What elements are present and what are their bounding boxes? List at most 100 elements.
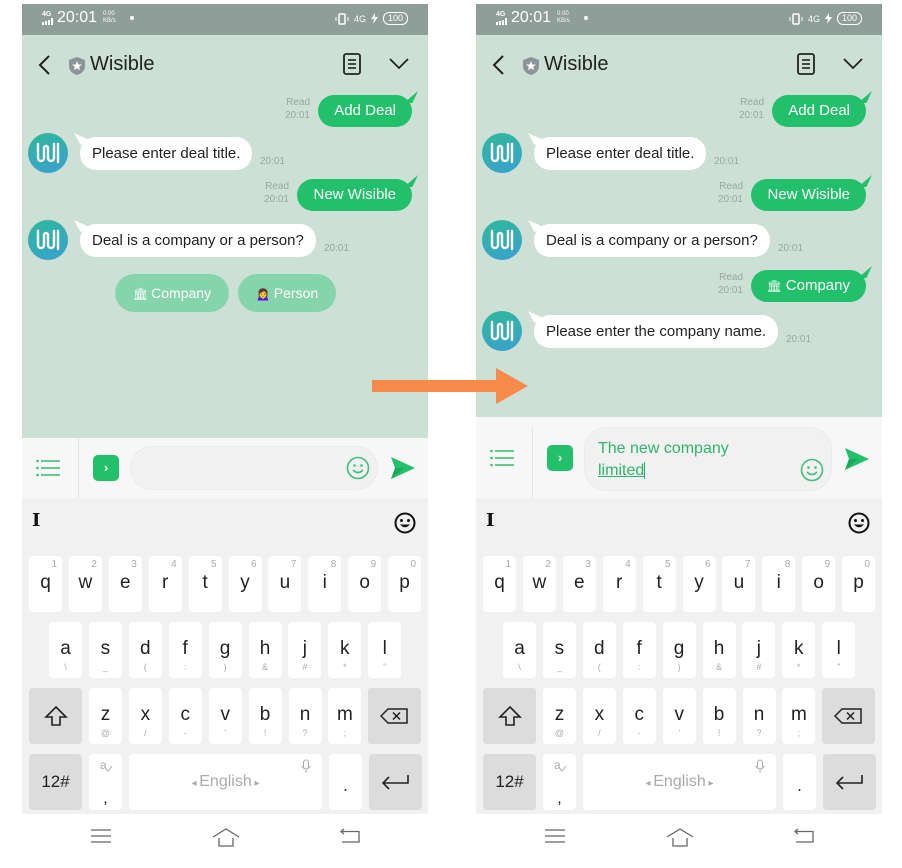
key-u[interactable]: 7u [268,556,302,612]
key-y[interactable]: 6y [228,556,262,612]
key-y[interactable]: 6y [682,556,716,612]
key-x[interactable]: x / [128,688,162,744]
key-d[interactable]: d( [128,622,162,678]
key-x[interactable]: x / [582,688,616,744]
key-d[interactable]: d( [582,622,616,678]
period-key[interactable]: . [783,754,816,810]
nav-menu-icon[interactable] [545,828,565,844]
key-r[interactable]: 4r [602,556,636,612]
back-icon[interactable] [36,53,54,77]
symbols-key[interactable]: 12# [29,754,82,810]
key-h[interactable]: h & [248,622,282,678]
shift-key[interactable] [483,688,536,744]
key-j[interactable]: j # [742,622,776,678]
shift-key[interactable] [29,688,82,744]
comma-key[interactable]: a, [543,754,576,810]
nav-menu-icon[interactable] [91,828,111,844]
backspace-key[interactable] [368,688,421,744]
key-t[interactable]: 5t [642,556,676,612]
nav-back-icon[interactable] [340,828,360,844]
key-p[interactable]: 0p [842,556,876,612]
smiley-icon[interactable] [800,458,824,482]
text-cursor-icon[interactable]: I [486,510,494,531]
comma-key[interactable]: a, [89,754,122,810]
list-icon[interactable] [490,449,514,467]
emoji-keyboard-icon[interactable] [394,512,416,534]
key-c[interactable]: c- [622,688,656,744]
key-l[interactable]: l " [368,622,402,678]
nav-home-icon[interactable] [212,828,240,848]
message-input[interactable] [130,446,378,490]
chat-area[interactable]: Wisible Add Deal Read 20:01 Please enter dea… [22,35,428,438]
key-a[interactable]: a \ [503,622,536,678]
period-key[interactable]: . [329,754,362,810]
key-m[interactable]: m; [782,688,816,744]
key-m[interactable]: m; [328,688,362,744]
key-k[interactable]: k * [782,622,816,678]
key-o[interactable]: 9o [802,556,836,612]
key-p[interactable]: 0p [388,556,422,612]
key-c[interactable]: c- [168,688,202,744]
key-u[interactable]: 7u [722,556,756,612]
key-a[interactable]: a \ [49,622,82,678]
key-q[interactable]: 1q [29,556,62,612]
bot-avatar[interactable] [28,220,68,260]
key-h[interactable]: h & [702,622,736,678]
key-j[interactable]: j # [288,622,322,678]
key-e[interactable]: 3e [108,556,142,612]
key-t[interactable]: 5t [188,556,222,612]
chevron-down-icon[interactable] [842,57,864,71]
enter-key[interactable] [823,754,876,810]
key-s[interactable]: s _ [542,622,576,678]
key-n[interactable]: n? [742,688,776,744]
document-icon[interactable] [796,53,816,75]
bot-avatar[interactable] [28,133,68,173]
send-icon[interactable] [844,447,870,471]
bot-avatar[interactable] [482,311,522,351]
bot-avatar[interactable] [482,220,522,260]
key-r[interactable]: 4r [148,556,182,612]
key-i[interactable]: 8i [762,556,796,612]
send-icon[interactable] [390,456,416,480]
document-icon[interactable] [342,53,362,75]
key-b[interactable]: b! [702,688,736,744]
chevron-right-square-icon[interactable]: › [93,455,119,481]
next-language-icon[interactable]: ▸ [706,778,714,789]
enter-key[interactable] [369,754,422,810]
key-g[interactable]: g) [208,622,242,678]
nav-back-icon[interactable] [794,828,814,844]
key-n[interactable]: n? [288,688,322,744]
key-o[interactable]: 9o [348,556,382,612]
key-z[interactable]: z @ [89,688,122,744]
chevron-right-square-icon[interactable]: › [547,444,573,471]
space-key[interactable]: ◂ English ▸ [583,754,776,810]
quick-reply-person[interactable]: 🙍‍♀️ Person [238,274,336,312]
message-input[interactable]: The new company limited [584,427,832,491]
bot-avatar[interactable] [482,133,522,173]
key-w[interactable]: 2w [68,556,102,612]
symbols-key[interactable]: 12# [483,754,536,810]
list-icon[interactable] [36,459,60,477]
space-key[interactable]: ◂ English ▸ [129,754,322,810]
key-q[interactable]: 1q [483,556,516,612]
chat-area[interactable]: Wisible Add Deal Read 20:01 Please enter dea… [476,35,882,417]
key-f[interactable]: f: [168,622,202,678]
text-cursor-icon[interactable]: I [32,510,40,531]
quick-reply-company[interactable]: 🏛 Company [115,274,229,312]
key-s[interactable]: s _ [88,622,122,678]
key-g[interactable]: g) [662,622,696,678]
emoji-keyboard-icon[interactable] [848,512,870,534]
next-language-icon[interactable]: ▸ [252,778,260,789]
key-e[interactable]: 3e [562,556,596,612]
key-l[interactable]: l " [822,622,856,678]
back-icon[interactable] [490,53,508,77]
backspace-key[interactable] [822,688,875,744]
key-b[interactable]: b! [248,688,282,744]
key-i[interactable]: 8i [308,556,342,612]
key-f[interactable]: f: [622,622,656,678]
smiley-icon[interactable] [346,456,370,480]
nav-home-icon[interactable] [666,828,694,848]
key-v[interactable]: v ' [208,688,242,744]
key-w[interactable]: 2w [522,556,556,612]
chevron-down-icon[interactable] [388,57,410,71]
